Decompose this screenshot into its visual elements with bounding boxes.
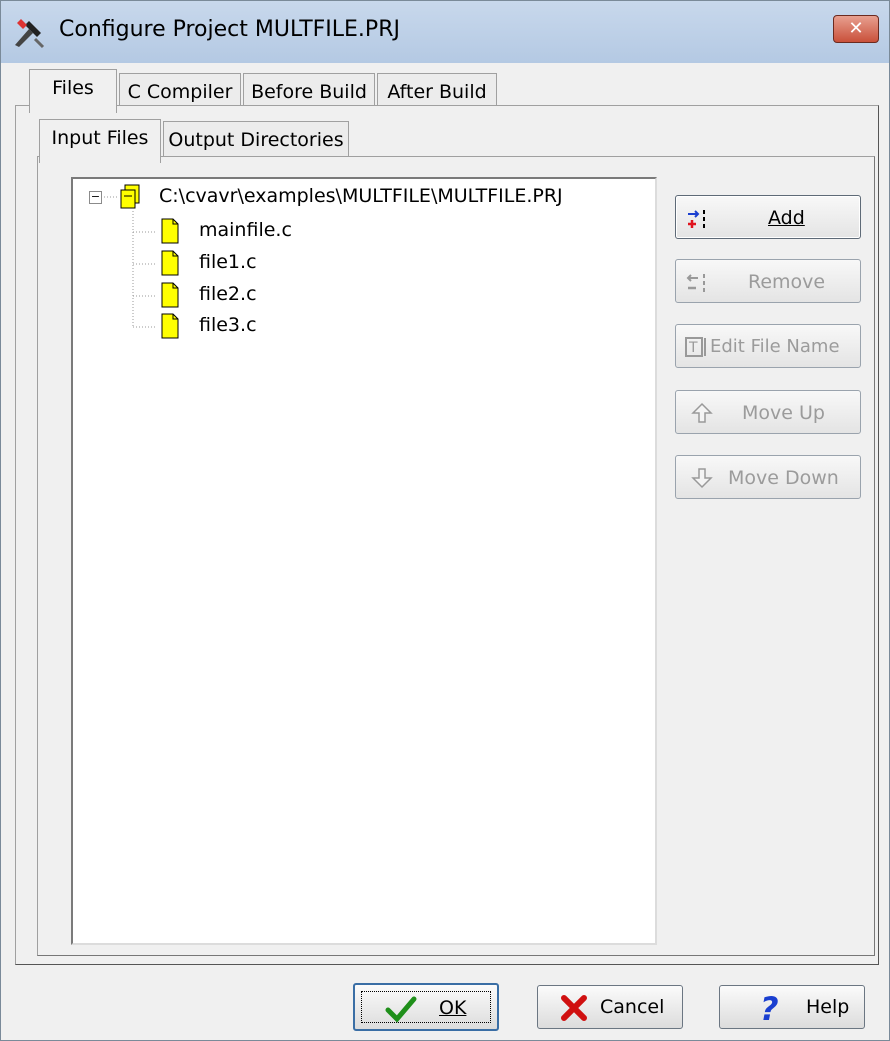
tree-file-node[interactable]: mainfile.c [199,215,292,245]
tab-files[interactable]: Files [29,69,117,113]
tree-file-node[interactable]: file1.c [199,247,257,277]
tab-label: Files [52,77,94,99]
svg-text:?: ? [760,992,779,1024]
close-button[interactable]: ✕ [833,15,879,43]
remove-button-label: Remove [748,271,826,293]
add-file-icon [688,210,705,228]
tab-c-compiler[interactable]: C Compiler [119,73,241,109]
add-button-label: Add [768,207,805,229]
project-file-icon [120,184,140,209]
tab-output-directories[interactable]: Output Directories [163,121,349,157]
svg-text:T: T [688,340,698,356]
collapse-toggle[interactable]: − [89,191,102,204]
c-file-icon [161,218,179,244]
move-down-button-label: Move Down [728,467,839,489]
configure-project-dialog: Configure Project MULTFILE.PRJ ✕ Files C… [0,0,890,1041]
tab-after-build[interactable]: After Build [377,73,497,109]
c-file-icon [161,313,179,339]
focus-ring [361,991,491,1023]
edit-file-name-button[interactable]: T Edit File Name [675,324,861,368]
tab-label: After Build [387,81,487,103]
tree-root-node[interactable]: C:\cvavr\examples\MULTFILE\MULTFILE.PRJ [159,181,563,211]
move-down-button[interactable]: Move Down [675,455,861,499]
tools-icon [15,19,45,49]
arrow-up-icon [691,402,713,423]
ok-button-label: OK [439,997,467,1019]
c-file-icon [161,282,179,308]
tab-label: Before Build [251,81,367,103]
tab-before-build[interactable]: Before Build [243,73,375,109]
close-icon: ✕ [848,18,864,39]
add-button[interactable]: Add [675,195,861,239]
checkmark-icon [385,996,417,1023]
move-up-button-label: Move Up [742,402,825,424]
tab-input-files[interactable]: Input Files [39,119,161,163]
cancel-button[interactable]: Cancel [537,985,683,1029]
remove-button[interactable]: Remove [675,259,861,303]
tab-label: Output Directories [168,129,344,151]
tree-file-node[interactable]: file3.c [199,310,257,340]
edit-text-icon: T [685,337,706,357]
tab-label: C Compiler [127,81,233,103]
move-up-button[interactable]: Move Up [675,390,861,434]
arrow-down-icon [691,468,713,489]
c-file-icon [161,250,179,276]
help-question-icon: ? [760,992,779,1024]
help-button-label: Help [806,996,850,1018]
ok-button[interactable]: OK [353,983,499,1031]
remove-file-icon [686,274,705,292]
help-button[interactable]: ? Help [719,985,865,1029]
tree-file-node[interactable]: file2.c [199,279,257,309]
window-title: Configure Project MULTFILE.PRJ [59,17,400,42]
title-bar[interactable]: Configure Project MULTFILE.PRJ ✕ [1,1,889,63]
tab-label: Input Files [51,127,149,149]
edit-file-name-button-label: Edit File Name [710,336,840,357]
x-icon [561,995,587,1021]
cancel-button-label: Cancel [600,996,665,1018]
